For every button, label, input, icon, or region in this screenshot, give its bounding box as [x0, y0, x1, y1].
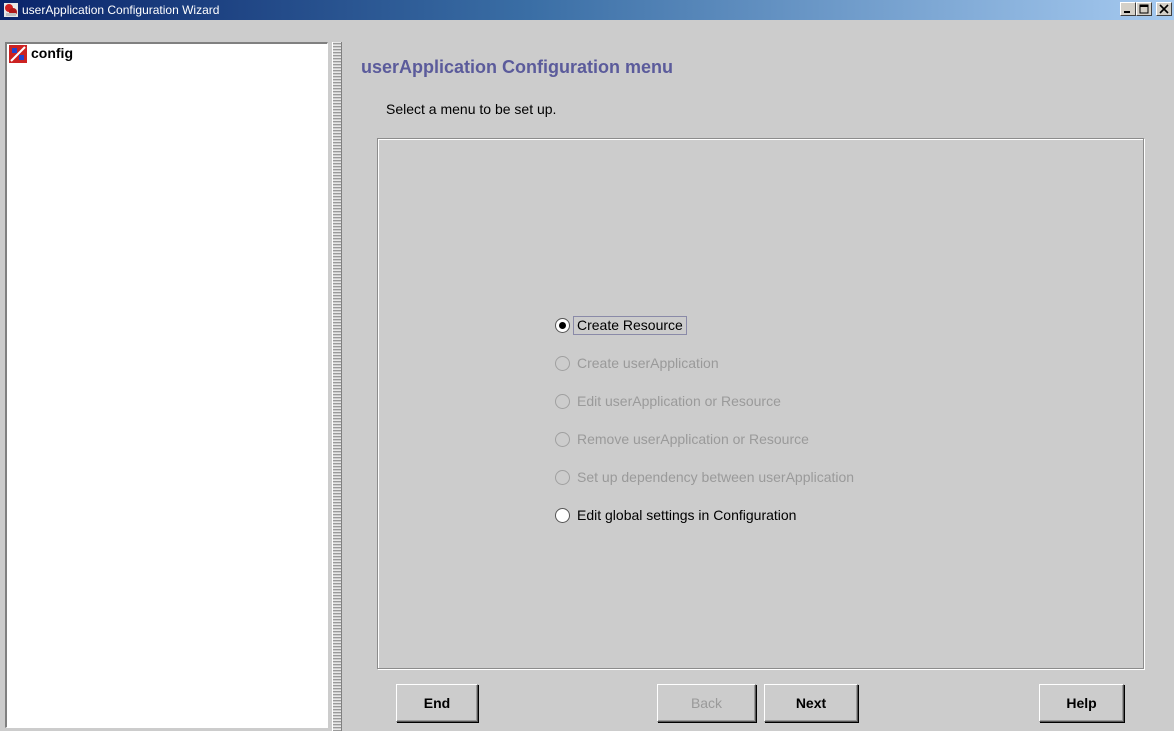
window-title: userApplication Configuration Wizard [22, 3, 220, 17]
option-label[interactable]: Create userApplication [577, 355, 719, 372]
maximize-icon[interactable] [1136, 2, 1152, 16]
page-title: userApplication Configuration menu [361, 57, 674, 77]
config-icon[interactable] [8, 44, 28, 64]
app-icon[interactable] [3, 2, 19, 18]
radio-button[interactable] [555, 508, 570, 523]
title-bar[interactable]: userApplication Configuration Wizard [0, 0, 1174, 20]
tree-panel[interactable] [5, 42, 328, 728]
radio-button[interactable] [555, 470, 570, 485]
option-label[interactable]: Set up dependency between userApplicatio… [577, 469, 854, 486]
option-label[interactable]: Create Resource [573, 316, 687, 335]
radio-button[interactable] [555, 432, 570, 447]
option-label[interactable]: Edit global settings in Configuration [577, 507, 796, 524]
option-label[interactable]: Remove userApplication or Resource [577, 431, 809, 448]
minimize-icon[interactable] [1120, 2, 1136, 16]
radio-button[interactable] [555, 394, 570, 409]
radio-button[interactable] [555, 356, 570, 371]
back-button[interactable]: Back [657, 684, 756, 722]
next-button[interactable]: Next [764, 684, 858, 722]
split-divider[interactable] [332, 42, 342, 731]
help-button[interactable]: Help [1039, 684, 1124, 722]
close-icon[interactable] [1156, 2, 1172, 16]
tree-item-config[interactable]: config [31, 45, 73, 61]
radio-button-checked[interactable] [555, 318, 570, 333]
page-subtitle: Select a menu to be set up. [386, 101, 557, 117]
option-label[interactable]: Edit userApplication or Resource [577, 393, 781, 410]
end-button[interactable]: End [396, 684, 478, 722]
